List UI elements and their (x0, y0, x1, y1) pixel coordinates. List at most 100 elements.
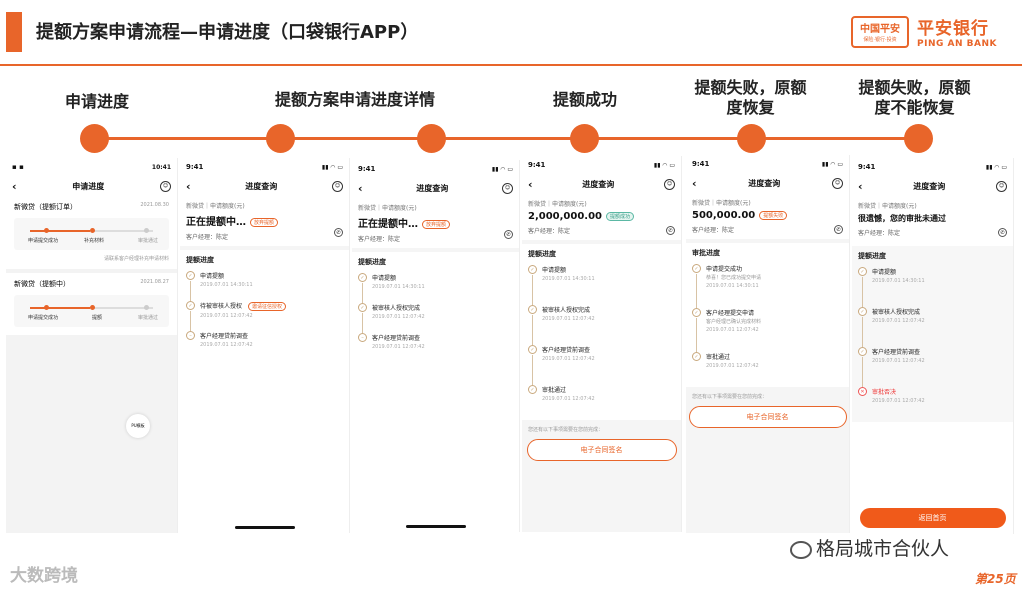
loan-progress: 申请提交成功 提额 审批通过 (14, 295, 169, 327)
product-label: 新微贷｜申请额度(元) (186, 203, 245, 210)
nav-bar: ‹ 进度查询 ☺ (686, 173, 849, 193)
progress-title: 提额进度 (358, 258, 386, 266)
amount-card: 新微贷｜申请额度(元) 很遗憾，您的审批未通过 客户经理：陈定 ✆ (852, 196, 1013, 242)
pu-floating-button[interactable]: PU模板 (126, 414, 150, 438)
timeline-line (94, 137, 918, 140)
e-contract-sign-button[interactable]: 电子合同签名 (526, 439, 677, 461)
check-icon: ✓ (858, 307, 867, 316)
logo-name: 平安银行 (917, 19, 989, 39)
e-contract-sign-button[interactable]: 电子合同签名 (688, 406, 847, 428)
check-icon: ✓ (186, 301, 195, 310)
manager-label: 客户经理：陈定 (358, 236, 401, 243)
status-badge: 提额失败 (759, 210, 788, 220)
product-label: 新微贷｜申请额度(元) (858, 203, 917, 210)
progress-step: ✓ 审批通过 2019.07.01 12:07:42 (528, 385, 675, 415)
loan-name: 新微贷（提额中） (14, 280, 70, 288)
nav-title: 进度查询 (748, 178, 781, 188)
phone-call-icon[interactable]: ✆ (998, 228, 1007, 237)
loan-hint: 请联系客户经理补充申请材料 (103, 256, 169, 262)
return-home-button[interactable]: 返回首页 (859, 508, 1006, 528)
reject-icon: ✕ (858, 387, 867, 396)
check-icon: ✓ (528, 345, 537, 354)
back-icon[interactable]: ‹ (358, 182, 363, 195)
accent-bar (6, 12, 22, 52)
status-bar: 9:41 ▮▮ ◠ ▭ (852, 158, 1013, 176)
back-icon[interactable]: ‹ (692, 177, 697, 190)
check-icon: ✓ (858, 347, 867, 356)
progress-step: ✓ 客户经理提交申请 客户经理已确认完成材料 2019.07.01 12:07:… (692, 308, 843, 352)
progress-title: 提额进度 (858, 252, 886, 260)
nav-bar: ‹ 进度查询 ☺ (352, 178, 519, 198)
progress-step: ✓ 申请提额 2019.07.01 14:30:11 (528, 265, 675, 305)
stage-label: 提额失败，原额度不能恢复 (858, 78, 971, 117)
service-icon[interactable]: ☺ (331, 180, 343, 192)
manager-label: 客户经理：陈定 (528, 228, 571, 235)
pending-icon: – (358, 333, 367, 342)
stage-label: 提额失败，原额度恢复 (694, 78, 807, 117)
stage-label: 提额方案申请进度详情 (274, 90, 435, 109)
loan-card[interactable]: 新微贷（提额中） 2021.08.27 申请提交成功 提额 审批通过 (6, 273, 177, 335)
nav-bar: ‹ 进度查询 ☺ (852, 176, 1013, 196)
amount-card: 新微贷｜申请额度(元) 正在提额中… 放弃提额 客户经理：陈定 ✆ (180, 196, 349, 246)
status-bar: 9:41 ▮▮ ◠ ▭ (686, 155, 849, 173)
phone-progress-pending: 9:41 ▮▮ ◠ ▭ ‹ 进度查询 ☺ 新微贷｜申请额度(元) 正在提额中… 放弃… (180, 158, 350, 533)
abandon-button[interactable]: 放弃提额 (250, 217, 279, 227)
home-indicator (234, 526, 295, 529)
phone-fail-no-restore: 9:41 ▮▮ ◠ ▭ ‹ 进度查询 ☺ 新微贷｜申请额度(元) 很遗憾，您的审批… (852, 158, 1014, 534)
invite-auth-button[interactable]: 邀请征信授权 (248, 302, 287, 311)
timeline-dot (570, 124, 599, 153)
status-time: 9:41 (358, 165, 376, 173)
amount-card: 新微贷｜申请额度(元) 500,000.00 提额失败 客户经理：陈定 ✆ (686, 193, 849, 239)
loan-progress: 申请提交成功 补充材料 审批通过 (14, 218, 169, 250)
status-bar: 9:41 ▮▮ ◠ ▭ (180, 158, 349, 176)
amount-value: 500,000.00 (692, 210, 756, 221)
amount-value: 正在提额中… (186, 217, 246, 228)
progress-card: 提额进度 ✓ 申请提额 2019.07.01 14:30:11 ✓ 被审核人授权… (352, 252, 519, 532)
progress-title: 审批进度 (692, 249, 720, 257)
nav-bar: ‹ 进度查询 ☺ (522, 174, 681, 194)
signal-icon: ▮▮ ◠ ▭ (821, 160, 843, 168)
status-badge: 提额成功 (606, 211, 635, 221)
status-time: 9:41 (858, 163, 876, 171)
service-icon[interactable]: ☺ (831, 177, 843, 189)
signal-icon: ▮▮ ◠ ▭ (653, 161, 675, 169)
abandon-button[interactable]: 放弃提额 (422, 219, 451, 229)
nav-bar: ‹ 进度查询 ☺ (180, 176, 349, 196)
timeline-dot (737, 124, 766, 153)
progress-step: – 客户经理贷前调查 2019.07.01 12:07:42 (186, 331, 343, 361)
back-icon[interactable]: ‹ (528, 178, 533, 191)
check-icon: ✓ (692, 308, 701, 317)
progress-step: ✓ 客户经理贷前调查 2019.07.01 12:07:42 (528, 345, 675, 385)
loan-date: 2021.08.27 (140, 279, 169, 285)
check-icon: ✓ (692, 352, 701, 361)
signal-icon: ▮▮ ◠ ▭ (491, 165, 513, 173)
status-time: 9:41 (528, 161, 546, 169)
status-bar: 9:41 ▮▮ ◠ ▭ (522, 156, 681, 174)
check-icon: ✓ (692, 264, 701, 273)
progress-step: – 客户经理贷前调查 2019.07.01 12:07:42 (358, 333, 513, 363)
check-icon: ✓ (358, 273, 367, 282)
back-icon[interactable]: ‹ (186, 180, 191, 193)
progress-card: 提额进度 ✓ 申请提额 2019.07.01 14:30:11 ✓ 被审核人授权… (852, 246, 1013, 422)
amount-card: 新微贷｜申请额度(元) 正在提额中… 放弃提额 客户经理：陈定 ✆ (352, 198, 519, 248)
loan-name: 新微贷（提额订单） (14, 203, 77, 211)
loan-date: 2021.08.30 (140, 202, 169, 208)
header-divider (0, 64, 1022, 66)
timeline-dot (80, 124, 109, 153)
service-icon[interactable]: ☺ (159, 180, 171, 192)
phone-call-icon[interactable]: ✆ (834, 225, 843, 234)
service-icon[interactable]: ☺ (501, 182, 513, 194)
service-icon[interactable]: ☺ (995, 180, 1007, 192)
nav-title: 进度查询 (582, 179, 615, 189)
phone-call-icon[interactable]: ✆ (504, 230, 513, 239)
back-icon[interactable]: ‹ (12, 180, 17, 193)
progress-title: 提额进度 (186, 256, 214, 264)
back-icon[interactable]: ‹ (858, 180, 863, 193)
service-icon[interactable]: ☺ (663, 178, 675, 190)
nav-title: 申请进度 (72, 181, 105, 191)
phone-call-icon[interactable]: ✆ (666, 226, 675, 235)
loan-card[interactable]: 新微贷（提额订单） 2021.08.30 申请提交成功 补充材料 审批通过 请联系… (6, 196, 177, 269)
pending-icon: – (186, 331, 195, 340)
stage-label: 申请进度 (64, 92, 129, 111)
phone-call-icon[interactable]: ✆ (334, 228, 343, 237)
